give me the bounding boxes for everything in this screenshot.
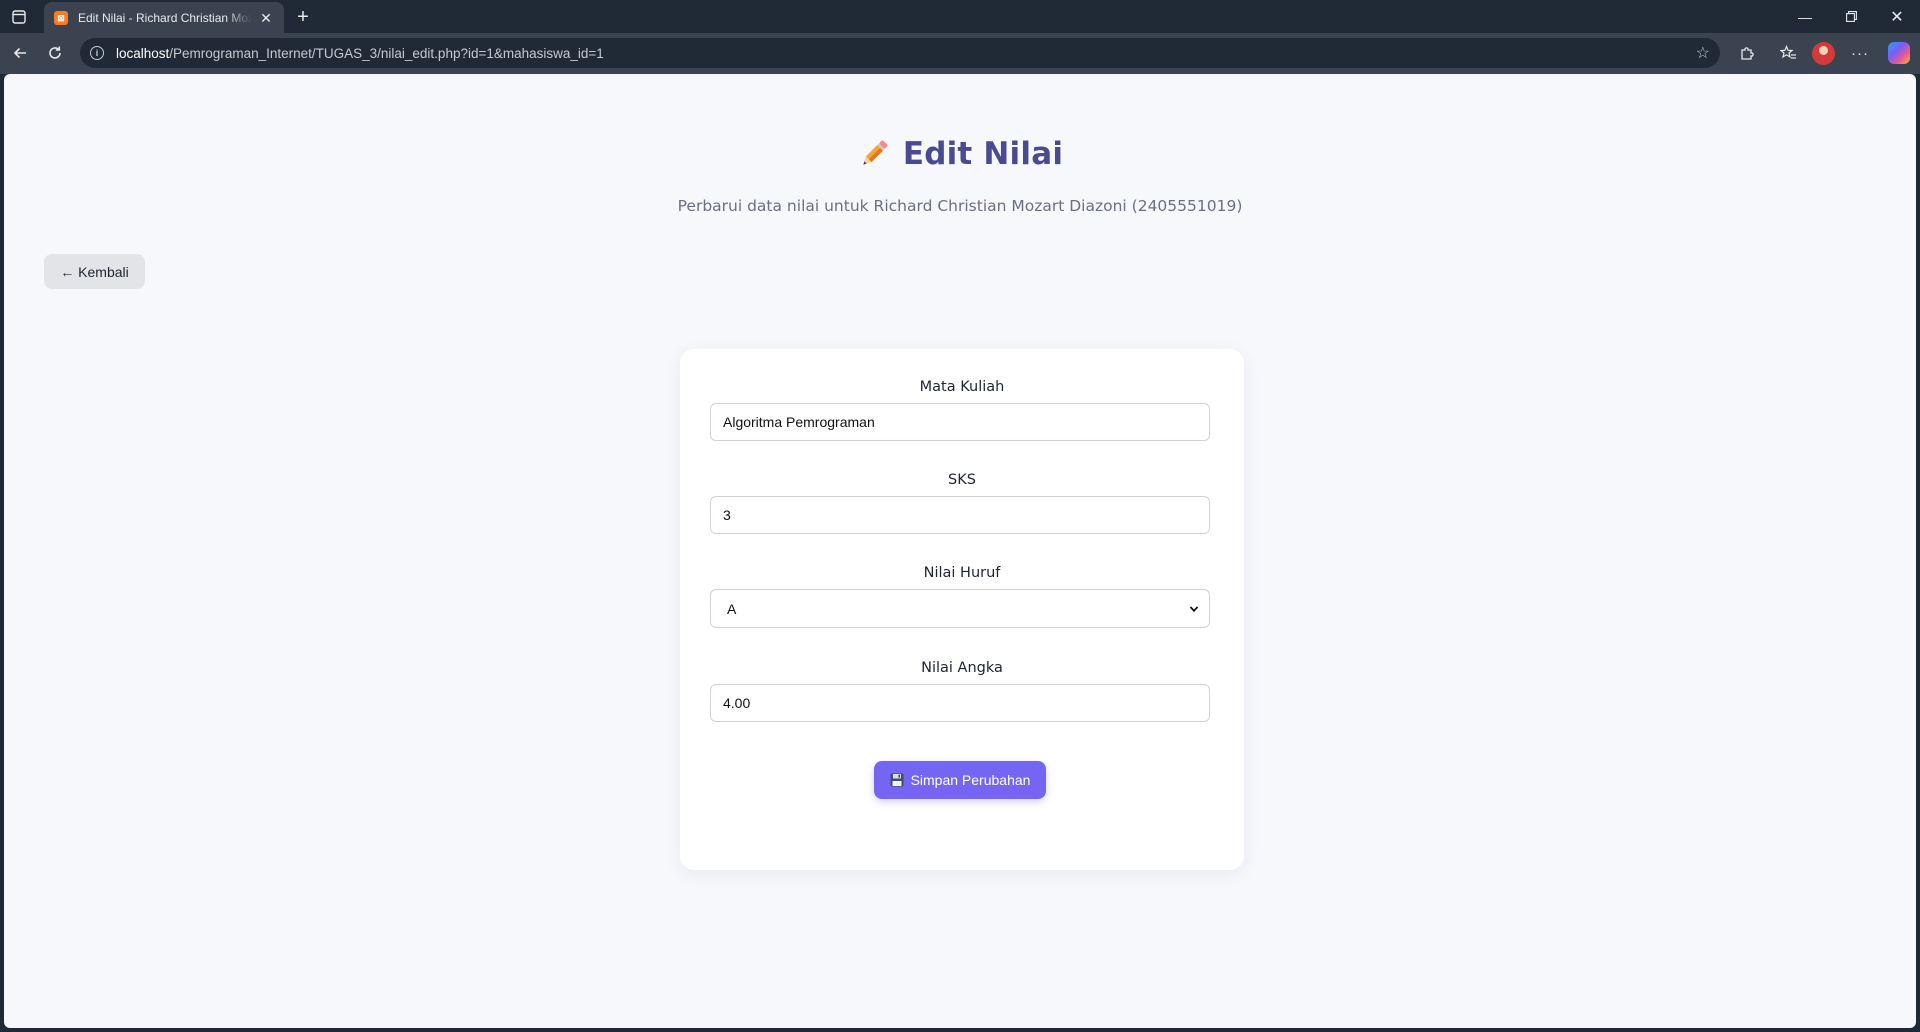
mata-kuliah-value: Algoritma Pemrograman (723, 414, 875, 430)
nilai-angka-input[interactable]: 4.00 (710, 684, 1210, 722)
nilai-angka-label: Nilai Angka (921, 660, 1003, 676)
nilai-huruf-select[interactable]: A (710, 589, 1210, 628)
extensions-icon[interactable] (1735, 41, 1759, 65)
tab-actions-icon[interactable] (8, 6, 30, 28)
favorites-icon[interactable] (1776, 41, 1800, 65)
sks-value: 3 (723, 507, 731, 523)
edit-form-card: Mata Kuliah Algoritma Pemrograman SKS 3 … (680, 349, 1244, 870)
url-path: /Pemrograman_Internet/TUGAS_3/nilai_edit… (169, 45, 604, 61)
page-subtitle: Perbarui data nilai untuk Richard Christ… (677, 197, 1243, 215)
chevron-down-icon (1189, 605, 1199, 612)
new-tab-icon[interactable]: + (290, 4, 316, 30)
nilai-huruf-label: Nilai Huruf (923, 565, 1001, 581)
page-title: Edit Nilai (902, 136, 1064, 172)
page-heading: Edit Nilai (4, 136, 1916, 176)
url-host: localhost (116, 45, 170, 61)
browser-titlebar: ⊠ Edit Nilai - Richard Christian Mozart … (0, 0, 1920, 34)
sks-label: SKS (948, 472, 976, 488)
address-bar[interactable]: i localhost/Pemrograman_Internet/TUGAS_3… (80, 38, 1720, 68)
close-window-icon[interactable]: ✕ (1874, 0, 1920, 33)
mata-kuliah-label: Mata Kuliah (919, 379, 1005, 395)
tab-title: Edit Nilai - Richard Christian Mozart Di… (78, 11, 252, 25)
back-arrow-icon[interactable] (6, 39, 34, 67)
nilai-huruf-value: A (727, 600, 737, 617)
more-options-icon[interactable]: ··· (1848, 41, 1872, 65)
floppy-disk-icon (890, 773, 904, 787)
save-changes-label: Simpan Perubahan (910, 772, 1031, 788)
mata-kuliah-input[interactable]: Algoritma Pemrograman (710, 403, 1210, 441)
site-info-icon[interactable]: i (90, 46, 104, 60)
copilot-icon[interactable] (1888, 42, 1910, 64)
back-button[interactable]: ← Kembali (44, 254, 145, 289)
xampp-icon: ⊠ (54, 11, 68, 25)
restore-icon[interactable] (1828, 0, 1874, 33)
sks-input[interactable]: 3 (710, 496, 1210, 534)
pencil-icon (863, 140, 888, 165)
favorite-star-icon[interactable]: ☆ (1696, 43, 1710, 63)
reload-icon[interactable] (41, 39, 69, 67)
browser-tab-active[interactable]: ⊠ Edit Nilai - Richard Christian Mozart … (44, 2, 284, 34)
page-viewport: Edit Nilai Perbarui data nilai untuk Ric… (4, 74, 1916, 1028)
tab-close-icon[interactable]: ✕ (258, 10, 274, 27)
nilai-angka-value: 4.00 (723, 695, 751, 711)
minimize-icon[interactable]: — (1782, 0, 1828, 33)
browser-toolbar: i localhost/Pemrograman_Internet/TUGAS_3… (0, 33, 1920, 74)
save-changes-button[interactable]: Simpan Perubahan (874, 761, 1046, 799)
profile-avatar[interactable] (1812, 42, 1835, 65)
